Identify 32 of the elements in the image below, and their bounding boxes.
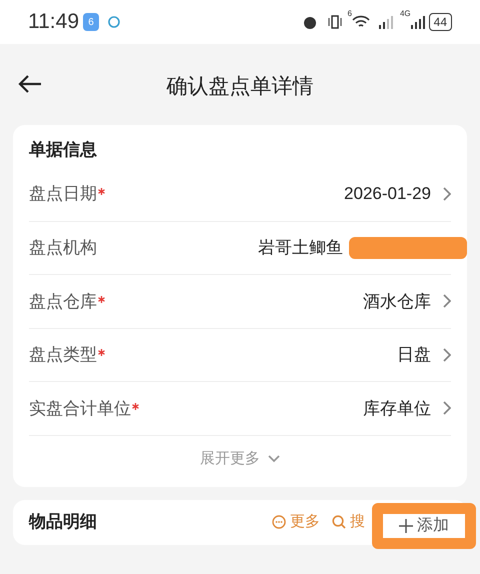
field-label: 盘点类型: [29, 344, 97, 366]
signal-icon: [378, 15, 396, 29]
clock-time: 11:49: [28, 9, 79, 36]
field-value[interactable]: 酒水仓库: [363, 288, 431, 314]
chevron-right-icon: [443, 186, 451, 201]
back-arrow-icon: [18, 74, 42, 94]
search-icon: [332, 515, 346, 529]
wifi-icon: [352, 15, 370, 29]
battery-level: 44: [428, 13, 452, 31]
more-icon: [272, 515, 286, 529]
field-label: 实盘合计单位: [29, 398, 131, 420]
field-label: 盘点机构: [29, 237, 97, 259]
page-title: 确认盘点单详情: [166, 74, 314, 100]
chevron-right-icon: [443, 348, 451, 362]
app-badge-icon: 6: [83, 13, 99, 31]
chevron-right-icon: [443, 401, 451, 416]
chevron-right-icon: [443, 294, 451, 308]
field-label: 盘点日期: [29, 183, 97, 205]
field-value[interactable]: 库存单位: [363, 396, 431, 421]
field-value[interactable]: 2026-01-29: [344, 181, 431, 206]
chevron-down-icon: [268, 455, 280, 463]
signal-icon: [410, 15, 425, 29]
vibrate-icon: [326, 14, 344, 30]
add-button[interactable]: 添加: [399, 514, 449, 538]
section-title: 单据信息: [29, 139, 98, 162]
plus-icon: [399, 518, 413, 532]
field-label: 盘点仓库: [29, 290, 97, 312]
field-value: 岩哥土鲫鱼: [258, 237, 343, 259]
section-title: 物品明细: [29, 511, 97, 534]
wifi-badge-label: 6: [348, 8, 352, 20]
field-value[interactable]: 日盘: [397, 342, 431, 368]
network-type: 4G: [400, 8, 411, 20]
